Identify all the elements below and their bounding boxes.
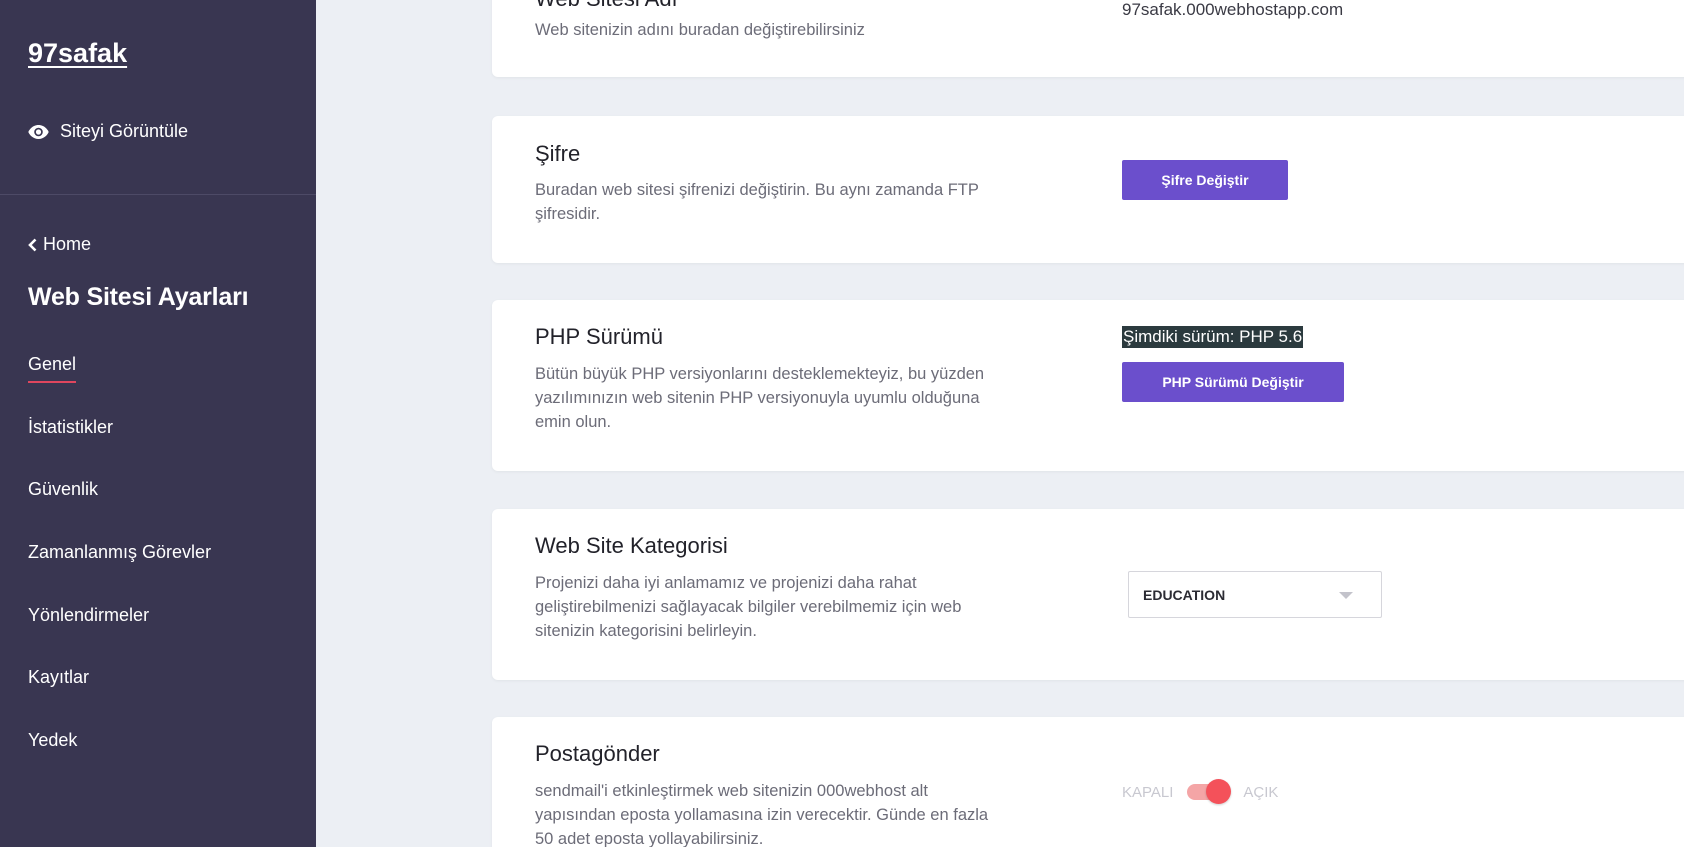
sidebar-item-yonlendirmeler[interactable]: Yönlendirmeler (28, 605, 211, 668)
toggle-off-label: KAPALI (1122, 783, 1174, 801)
site-name-desc: Web sitenizin adını buradan değiştirebil… (535, 21, 865, 39)
sidebar-item-label: Güvenlik (28, 479, 99, 500)
toggle-knob (1206, 779, 1232, 804)
sidebar-item-label: Genel (28, 354, 77, 383)
sidebar-divider (0, 194, 316, 195)
back-home-link[interactable]: Home (28, 234, 91, 255)
sendmail-desc: sendmail'i etkinleştirmek web sitenizin … (535, 782, 989, 847)
site-name-card: Web Sitesi Adı Web sitenizin adını burad… (492, 0, 1684, 77)
sendmail-toggle-group: KAPALI AÇIK (1122, 779, 1278, 805)
sidebar-item-istatistikler[interactable]: İstatistikler (28, 417, 211, 480)
sidebar-item-yedek[interactable]: Yedek (28, 730, 211, 793)
php-version-desc: Bütün büyük PHP versiyonlarını desteklem… (535, 365, 985, 431)
category-desc: Projenizi daha iyi anlamamız ve projeniz… (535, 574, 962, 640)
section-title: Web Sitesi Ayarları (28, 283, 249, 311)
site-name-value: 97safak.000webhostapp.com (1122, 0, 1344, 19)
sendmail-card: Postagönder sendmail'i etkinleştirmek we… (492, 717, 1684, 847)
sidebar-item-label: İstatistikler (28, 416, 114, 437)
caret-down-icon (1339, 592, 1353, 599)
sidebar-item-guvenlik[interactable]: Güvenlik (28, 479, 211, 542)
view-site-link[interactable]: Siteyi Görüntüle (28, 121, 188, 142)
eye-icon (28, 124, 49, 139)
sidebar-item-zamanlanmis-gorevler[interactable]: Zamanlanmış Görevler (28, 542, 211, 605)
password-card: Şifre Buradan web sitesi şifrenizi değiş… (492, 116, 1684, 263)
sidebar-item-genel[interactable]: Genel (28, 354, 211, 417)
toggle-on-label: AÇIK (1243, 783, 1279, 801)
category-title: Web Site Kategorisi (535, 533, 728, 558)
php-current-version: Şimdiki sürüm: PHP 5.6 (1122, 326, 1304, 348)
change-password-button[interactable]: Şifre Değiştir (1122, 160, 1288, 200)
sidebar-item-kayitlar[interactable]: Kayıtlar (28, 667, 211, 730)
password-desc: Buradan web sitesi şifrenizi değiştirin.… (535, 181, 979, 223)
view-site-label: Siteyi Görüntüle (60, 121, 189, 141)
sidebar-item-label: Yönlendirmeler (28, 604, 150, 625)
site-name-title: Web Sitesi Adı (535, 0, 678, 12)
change-php-version-button[interactable]: PHP Sürümü Değiştir (1122, 362, 1344, 402)
php-version-title: PHP Sürümü (535, 324, 663, 349)
sidebar-item-label: Yedek (28, 730, 78, 751)
sidebar: 97safak Siteyi Görüntüle Home Web Sitesi… (0, 0, 316, 847)
sidebar-item-label: Kayıtlar (28, 667, 90, 688)
brand-link[interactable]: 97safak (28, 38, 127, 69)
password-title: Şifre (535, 141, 581, 166)
category-selected-value: EDUCATION (1143, 586, 1226, 603)
sidebar-item-label: Zamanlanmış Görevler (28, 542, 212, 563)
back-home-label: Home (43, 234, 92, 254)
php-version-card: PHP Sürümü Bütün büyük PHP versiyonların… (492, 300, 1684, 471)
sidebar-nav: Genel İstatistikler Güvenlik Zamanlanmış… (28, 354, 211, 793)
category-select[interactable]: EDUCATION (1128, 571, 1382, 618)
sendmail-title: Postagönder (535, 741, 660, 766)
category-card: Web Site Kategorisi Projenizi daha iyi a… (492, 509, 1684, 680)
chevron-left-icon (28, 238, 37, 252)
sendmail-toggle[interactable] (1185, 779, 1232, 805)
